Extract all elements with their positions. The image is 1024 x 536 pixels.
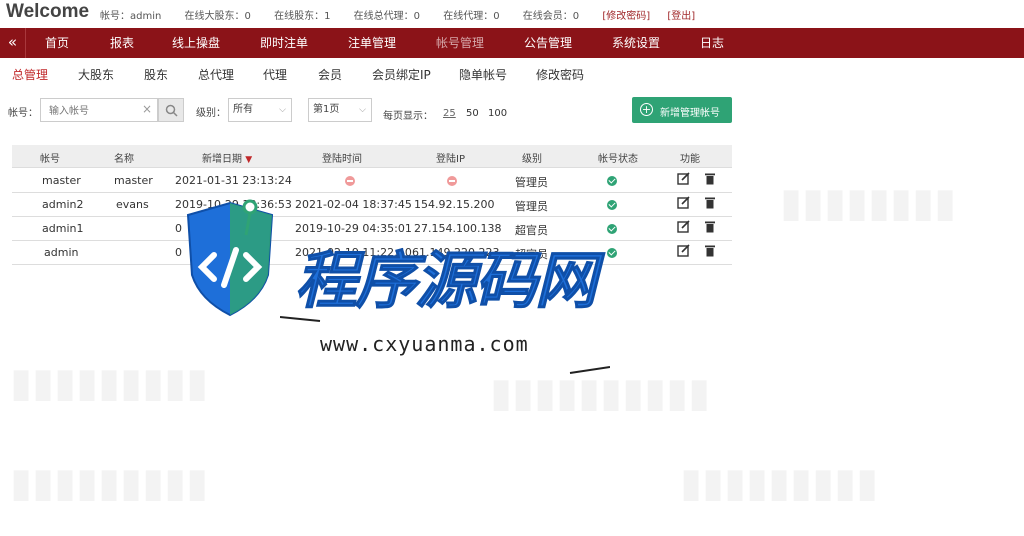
sort-desc-icon: ▼ [245,155,253,165]
subnav-agent[interactable]: 代理 [263,66,287,83]
per-page-option-25[interactable]: 25 [443,108,456,119]
sub-nav: 总管理 大股东 股东 总代理 代理 会员 会员绑定IP 隐单帐号 修改密码 [0,58,1024,88]
site-watermark: 程序源码网 www.cxyuanma.com [180,195,620,390]
subnav-hidden-accounts[interactable]: 隐单帐号 [459,66,507,83]
page-select-value: 第1页 [313,104,340,115]
clear-icon[interactable]: × [142,102,152,116]
nav-account-management[interactable]: 帐号管理 [436,28,484,58]
per-page-option-50[interactable]: 50 [466,108,479,119]
col-name: 名称 [114,154,134,165]
nav-logs[interactable]: 日志 [700,28,724,58]
search-button[interactable] [158,98,184,122]
online-general-agents: 在线总代理：0 [353,11,421,22]
welcome-title: Welcome [6,1,90,22]
col-level: 级别 [522,154,542,165]
chevron-down-icon: ⌵ [279,105,286,115]
login-ip-none-icon [447,176,457,189]
delete-icon[interactable] [704,220,716,233]
online-shareholders: 在线股东：1 [274,11,331,22]
nav-bet-management[interactable]: 注单管理 [348,28,396,58]
background-watermark: ▮▮▮▮▮▮▮▮▮ [680,460,879,506]
watermark-url: www.cxyuanma.com [320,332,529,356]
col-created-date[interactable]: 新增日期 ▼ [202,150,252,165]
per-page-option-100[interactable]: 100 [488,108,507,119]
subnav-admin[interactable]: 总管理 [12,66,48,83]
delete-icon[interactable] [704,196,716,209]
online-major-shareholders: 在线大股东：0 [184,11,251,22]
main-nav: « 首页 报表 线上操盘 即时注单 注单管理 帐号管理 公告管理 系统设置 日志 [0,28,1024,58]
col-account: 帐号 [40,154,60,165]
subnav-shareholder[interactable]: 股东 [144,66,168,83]
background-watermark: ▮▮▮▮▮▮▮▮▮ [10,360,209,406]
cell-name: master [114,174,153,187]
subnav-major-shareholder[interactable]: 大股东 [78,66,114,83]
online-members: 在线会员：0 [522,11,580,22]
login-time-none-icon [345,176,355,189]
nav-instant-bets[interactable]: 即时注单 [260,28,308,58]
edit-icon[interactable] [677,196,690,209]
edit-icon[interactable] [677,220,690,233]
collapse-nav-icon[interactable]: « [0,28,26,58]
edit-icon[interactable] [677,172,690,185]
actions [672,172,721,188]
cell-level: 管理员 [515,176,548,189]
level-select-value: 所有 [233,104,253,115]
actions [672,244,721,260]
add-admin-account-button[interactable]: + 新增管理帐号 [632,97,732,123]
nav-online-trading[interactable]: 线上操盘 [172,28,220,58]
background-watermark: ▮▮▮▮▮▮▮▮ [780,180,957,226]
account-search-input[interactable] [41,100,137,123]
nav-system-settings[interactable]: 系统设置 [612,28,660,58]
plus-circle-icon: + [640,103,653,116]
online-stats: 帐号：admin 在线大股东：0 在线股东：1 在线总代理：0 在线代理：0 在… [100,7,709,22]
cell-name: evans [116,198,149,211]
cell-account: admin1 [42,222,84,235]
cell-created: 2021-01-31 23:13:24 [175,174,292,187]
table-row: master master 2021-01-31 23:13:24 管理员 [12,169,732,193]
code-shield-logo-icon [186,199,274,317]
change-password-link[interactable]: [修改密码] [602,7,650,22]
account-filter-label: 帐号： [8,108,38,119]
cell-account: admin [44,246,79,259]
add-admin-account-label: 新增管理帐号 [660,108,720,119]
background-watermark: ▮▮▮▮▮▮▮▮▮ [10,460,209,506]
col-actions: 功能 [680,154,700,165]
col-login-time: 登陆时间 [322,154,362,165]
subnav-member-ip-binding[interactable]: 会员绑定IP [372,66,431,83]
page-select[interactable]: 第1页 ⌵ [308,98,372,122]
chevron-down-icon: ⌵ [359,105,366,115]
delete-icon[interactable] [704,172,716,185]
nav-reports[interactable]: 报表 [110,28,134,58]
actions [672,196,721,212]
subnav-change-password[interactable]: 修改密码 [536,66,584,83]
account-search-box: × [40,98,158,123]
subnav-general-agent[interactable]: 总代理 [198,66,234,83]
delete-icon[interactable] [704,244,716,257]
nav-home[interactable]: 首页 [45,28,69,58]
cell-account: master [42,174,81,187]
account-info: 帐号：admin [100,11,162,22]
top-bar: Welcome 帐号：admin 在线大股东：0 在线股东：1 在线总代理：0 … [0,0,1024,28]
level-select[interactable]: 所有 ⌵ [228,98,292,122]
watermark-title: 程序源码网 [294,244,597,318]
cell-account: admin2 [42,198,84,211]
logout-link[interactable]: [登出] [667,7,695,22]
actions [672,220,721,236]
per-page-label: 每页显示： [383,111,433,122]
table-header: 帐号 名称 新增日期 ▼ 登陆时间 登陆IP 级别 帐号状态 功能 [12,145,732,168]
subnav-member[interactable]: 会员 [318,66,342,83]
col-account-status: 帐号状态 [598,154,638,165]
nav-announcements[interactable]: 公告管理 [524,28,572,58]
edit-icon[interactable] [677,244,690,257]
search-icon [165,104,178,117]
level-filter-label: 级别： [196,108,226,119]
status-active-icon[interactable] [607,176,617,189]
online-agents: 在线代理：0 [443,11,500,22]
col-login-ip: 登陆IP [436,154,465,165]
